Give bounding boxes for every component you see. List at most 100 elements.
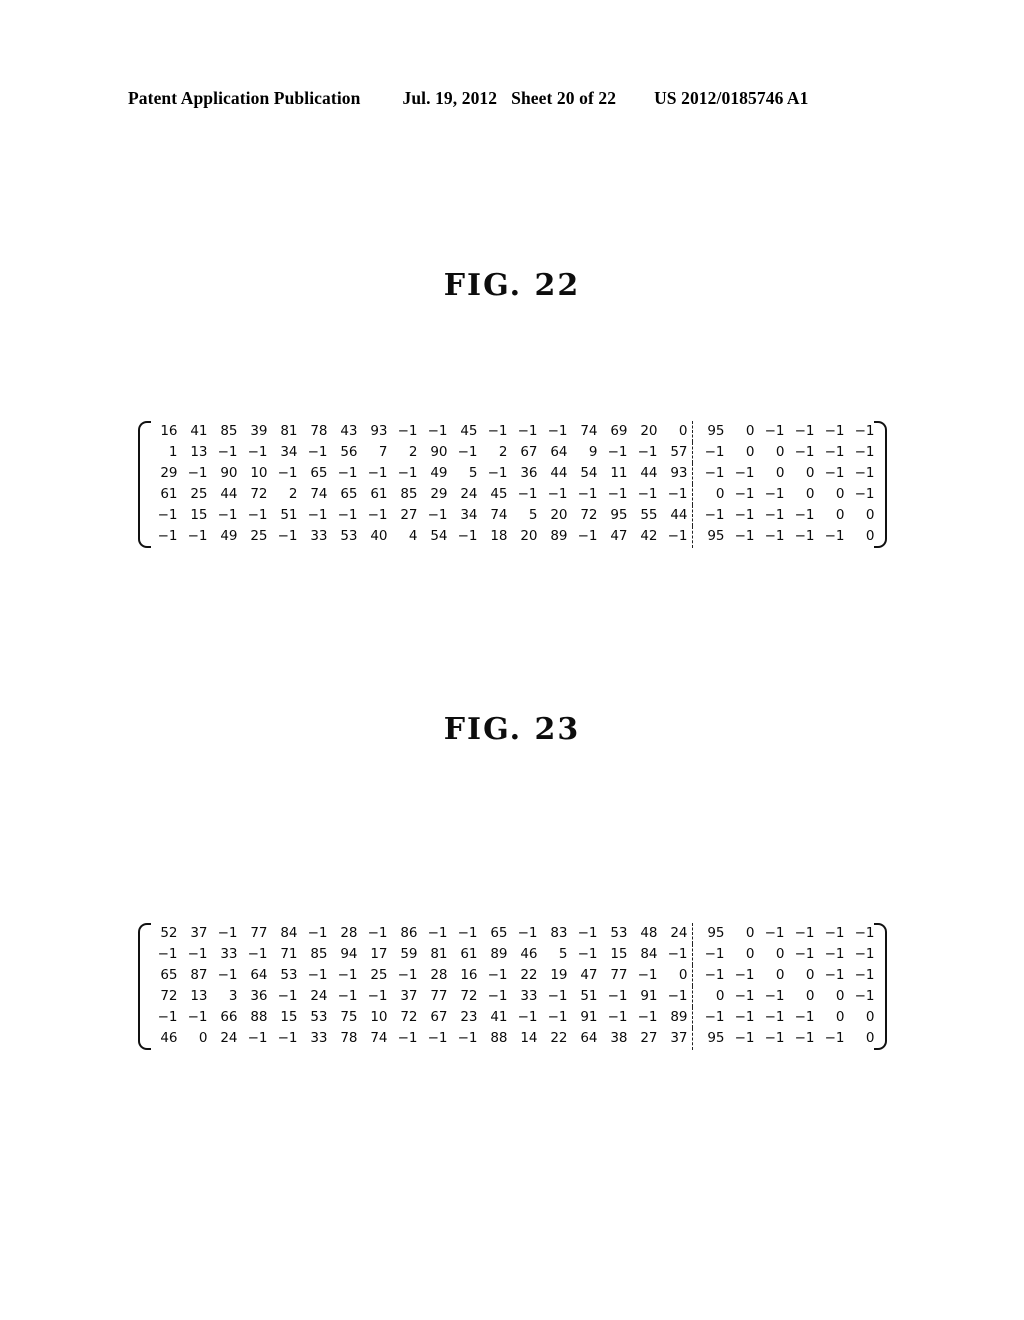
- matrix-cell: 45: [490, 486, 508, 503]
- matrix-cell: −1: [157, 1009, 178, 1026]
- matrix-cell: 24: [460, 486, 478, 503]
- matrix-cell: 13: [190, 988, 208, 1005]
- matrix-cell: 0: [805, 988, 815, 1005]
- matrix-cell: 85: [400, 486, 418, 503]
- matrix-cell: −1: [487, 422, 508, 439]
- matrix-cell: 95: [707, 1030, 725, 1047]
- matrix-cell: −1: [577, 945, 598, 962]
- matrix-cell: −1: [794, 1009, 815, 1026]
- matrix-cell: 95: [610, 507, 628, 524]
- matrix-cell: −1: [367, 464, 388, 481]
- matrix-cell: 0: [865, 507, 875, 524]
- matrix-cell: 57: [658, 442, 693, 464]
- matrix-cell: 53: [280, 966, 298, 983]
- matrix-cell: 9: [588, 443, 598, 460]
- figure-22-matrix-container: 16 41 85 39 81 78 43 93 −1 −1 45 −1 −1 −1 74 69 20 0 95 0 −1…: [0, 421, 1024, 548]
- matrix-cell: 49: [220, 528, 238, 545]
- matrix-cell: 84: [280, 924, 298, 941]
- matrix-cell: 24: [310, 988, 328, 1005]
- matrix-cell: 28: [430, 966, 448, 983]
- matrix-cell: −1: [517, 1009, 538, 1026]
- matrix-cell: −1: [607, 1009, 628, 1026]
- matrix-cell: −1: [794, 924, 815, 941]
- matrix-cell: 19: [550, 966, 568, 983]
- matrix-cell: −1: [157, 528, 178, 545]
- matrix-cell: 4: [408, 528, 418, 545]
- matrix-cell: −1: [367, 924, 388, 941]
- matrix-cell: −1: [794, 422, 815, 439]
- matrix-cell: −1: [547, 486, 568, 503]
- matrix-right-bracket: [873, 421, 889, 548]
- matrix-cell: −1: [277, 1030, 298, 1047]
- matrix-cell: −1: [157, 507, 178, 524]
- matrix-row: 1 13 −1 −1 34 −1 56 7 2 90 −1 2 67 64 9 −1 −1 57 −1 0 0 −1 −1−…: [149, 442, 876, 464]
- matrix-cell: −1: [854, 945, 875, 962]
- matrix-cell: 65: [160, 966, 178, 983]
- matrix-cell: 0: [865, 528, 875, 545]
- matrix-cell: 53: [340, 528, 358, 545]
- matrix-cell: 0: [805, 966, 815, 983]
- matrix-cell: −1: [487, 464, 508, 481]
- matrix-cell: −1: [367, 507, 388, 524]
- matrix-cell: 0: [775, 443, 785, 460]
- matrix-cell: 44: [640, 464, 658, 481]
- matrix-cell: 0: [658, 965, 693, 987]
- matrix-cell: −1: [734, 507, 755, 524]
- matrix-cell: 65: [310, 464, 328, 481]
- matrix-cell: −1: [658, 944, 693, 966]
- header-publication-label: Patent Application Publication: [128, 88, 361, 108]
- matrix-cell: −1: [824, 945, 845, 962]
- matrix-cell: 72: [580, 507, 598, 524]
- matrix-row: −1 15 −1 −1 51 −1 −1 −1 27 −1 34 74 5 20 72 95 55 44 −1 −1−…: [149, 505, 876, 527]
- matrix-cell: 0: [745, 945, 755, 962]
- matrix-cell: 95: [707, 422, 725, 439]
- matrix-cell: 0: [835, 507, 845, 524]
- matrix-cell: 69: [610, 422, 628, 439]
- matrix-cell: 77: [250, 924, 268, 941]
- matrix-cell: 20: [520, 528, 538, 545]
- matrix-cell: −1: [794, 443, 815, 460]
- matrix-cell: 95: [707, 924, 725, 941]
- matrix-cell: −1: [734, 486, 755, 503]
- matrix-row: −1 −1 49 25 −1 33 53 40 4 54 −1 18 20 89 −1 47 42 −1 95 −1−…: [149, 526, 876, 548]
- matrix-cell: −1: [704, 507, 725, 524]
- matrix-cell: 54: [430, 528, 448, 545]
- matrix-cell: 61: [160, 486, 178, 503]
- matrix-cell: 65: [490, 924, 508, 941]
- matrix-cell: 72: [460, 988, 478, 1005]
- matrix-cell: −1: [307, 924, 328, 941]
- matrix-cell: 34: [460, 507, 478, 524]
- matrix-cell: 39: [250, 422, 268, 439]
- matrix-cell: −1: [824, 1030, 845, 1047]
- matrix-cell: −1: [824, 464, 845, 481]
- matrix-cell: −1: [487, 966, 508, 983]
- matrix-cell: 24: [220, 1030, 238, 1047]
- matrix-cell: 75: [340, 1009, 358, 1026]
- matrix-cell: 1: [168, 443, 178, 460]
- matrix-cell: −1: [658, 986, 693, 1008]
- matrix-cell: 94: [340, 945, 358, 962]
- figure-22-title: FIG. 22: [443, 268, 581, 303]
- matrix-cell: −1: [764, 422, 785, 439]
- matrix-cell: 0: [835, 1009, 845, 1026]
- matrix-cell: 0: [715, 486, 725, 503]
- matrix-cell: 38: [610, 1030, 628, 1047]
- matrix-cell: 24: [658, 923, 693, 945]
- matrix-cell: −1: [854, 464, 875, 481]
- matrix-row: 65 87 −1 64 53 −1 −1 25 −1 28 16 −1 22 19 47 77 −1 0 −1 −1 0…: [149, 965, 876, 987]
- matrix-cell: 0: [658, 421, 693, 443]
- matrix-cell: 37: [190, 924, 208, 941]
- figure-23-matrix: 52 37 −1 77 84 −1 28 −1 86 −1 −1 65 −1 83 −1 53 48 24 95 0−…: [149, 923, 876, 1050]
- matrix-cell: 5: [558, 945, 568, 962]
- matrix-cell: 0: [715, 988, 725, 1005]
- matrix-cell: −1: [794, 1030, 815, 1047]
- matrix-cell: 74: [490, 507, 508, 524]
- matrix-cell: 81: [280, 422, 298, 439]
- matrix-cell: 0: [865, 1009, 875, 1026]
- matrix-cell: −1: [637, 486, 658, 503]
- matrix-cell: −1: [247, 1030, 268, 1047]
- matrix-cell: 47: [580, 966, 598, 983]
- matrix-cell: 33: [310, 1030, 328, 1047]
- matrix-cell: −1: [704, 945, 725, 962]
- matrix-cell: −1: [607, 988, 628, 1005]
